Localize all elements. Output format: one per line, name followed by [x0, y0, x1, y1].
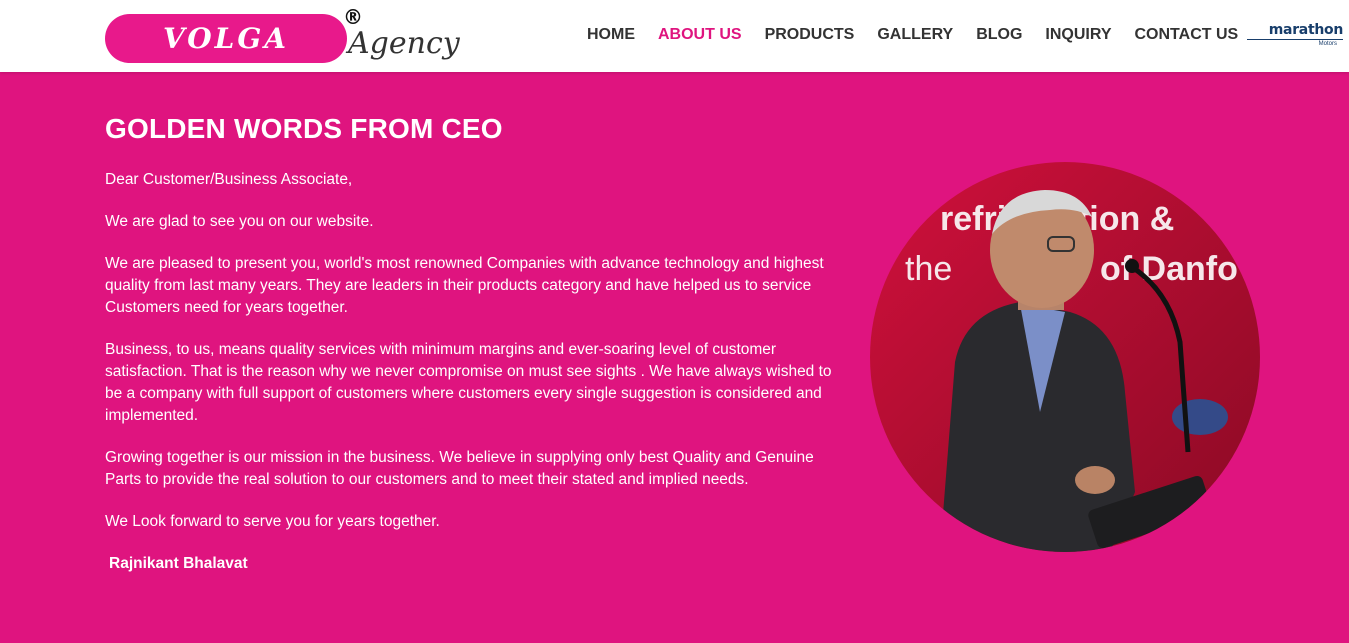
ceo-signature: Rajnikant Bhalavat — [109, 555, 248, 572]
welcome-paragraph: We are glad to see you on our website. — [105, 213, 374, 230]
nav-blog[interactable]: BLOG — [976, 26, 1022, 44]
greeting-paragraph: Dear Customer/Business Associate, — [105, 171, 353, 188]
ceo-message: GOLDEN WORDS FROM CEO Dear Customer/Busi… — [105, 113, 850, 575]
ceo-photo: refrigeration & the of Danfo — [870, 162, 1260, 552]
nav-contact-us[interactable]: CONTACT US — [1135, 26, 1239, 44]
nav-home[interactable]: HOME — [587, 26, 635, 44]
banner-text-line2b: of Danfo — [1100, 250, 1238, 288]
marathon-motors-logo[interactable]: marathon Motors — [1247, 23, 1343, 48]
banner-text-line2: the — [905, 250, 952, 288]
logo-pill: VOLGA — [105, 14, 347, 63]
closing-paragraph: We Look forward to serve you for years t… — [105, 513, 440, 530]
companies-paragraph: We are pleased to present you, world's m… — [105, 255, 824, 316]
partner-divider — [1247, 39, 1343, 40]
site-header: VOLGA ® Agency HOME ABOUT US PRODUCTS GA… — [0, 0, 1349, 72]
business-paragraph: Business, to us, means quality services … — [105, 341, 832, 424]
stage-light — [1172, 399, 1228, 435]
main-nav: HOME ABOUT US PRODUCTS GALLERY BLOG INQU… — [587, 26, 1261, 44]
speaker-hand — [1075, 466, 1115, 494]
mission-paragraph: Growing together is our mission in the b… — [105, 449, 814, 488]
partner-sub: Motors — [1318, 41, 1337, 47]
nav-gallery[interactable]: GALLERY — [877, 26, 953, 44]
logo-agency-text: Agency — [348, 26, 460, 61]
nav-inquiry[interactable]: INQUIRY — [1045, 26, 1111, 44]
volga-agency-logo[interactable]: VOLGA ® Agency — [105, 5, 465, 68]
page-title: GOLDEN WORDS FROM CEO — [105, 113, 503, 144]
partner-name: marathon — [1268, 22, 1344, 38]
nav-products[interactable]: PRODUCTS — [765, 26, 855, 44]
nav-about-us[interactable]: ABOUT US — [658, 26, 742, 44]
logo-wordmark: VOLGA — [163, 22, 289, 55]
microphone-icon — [1125, 259, 1139, 273]
ceo-photo-illustration: refrigeration & the of Danfo — [870, 162, 1260, 552]
